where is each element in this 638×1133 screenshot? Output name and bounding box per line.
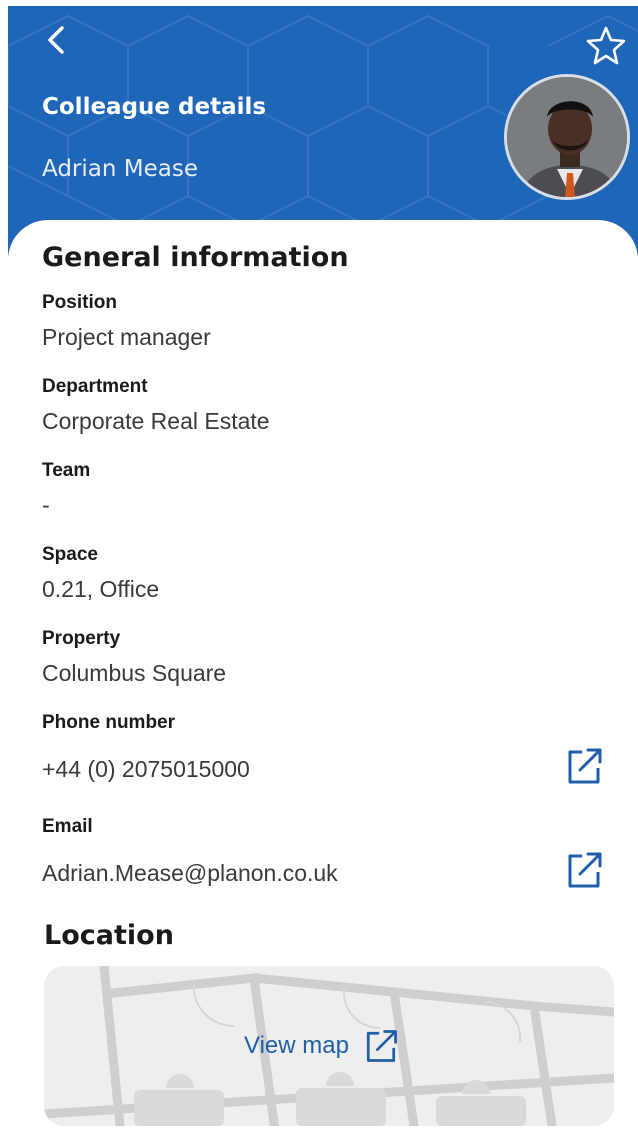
- property-label: Property: [42, 628, 121, 649]
- external-link-icon: [568, 852, 602, 888]
- position-value: Project manager: [42, 324, 211, 350]
- team-value: -: [42, 492, 50, 518]
- view-map-label: View map: [244, 1032, 349, 1059]
- department-value: Corporate Real Estate: [42, 408, 270, 434]
- space-value: 0.21, Office: [42, 576, 160, 602]
- property-value: Columbus Square: [42, 660, 227, 686]
- general-information-heading: General information: [42, 242, 349, 273]
- team-label: Team: [42, 460, 91, 481]
- phone-number-label: Phone number: [42, 712, 176, 733]
- external-link-icon: [568, 748, 602, 784]
- email-label: Email: [42, 816, 93, 837]
- star-outline-icon: [586, 26, 626, 65]
- avatar-portrait: [507, 77, 627, 197]
- details-card: General information Position Project man…: [8, 220, 638, 1133]
- email-open-button[interactable]: [562, 848, 606, 892]
- favorite-button[interactable]: [584, 24, 628, 68]
- view-map-link[interactable]: View map: [244, 1026, 401, 1066]
- location-heading: Location: [44, 920, 174, 951]
- back-button[interactable]: [42, 20, 78, 60]
- page-title: Colleague details: [42, 94, 267, 120]
- location-map[interactable]: View map: [44, 966, 614, 1126]
- position-label: Position: [42, 292, 117, 313]
- avatar: [504, 74, 630, 200]
- header: Colleague details Adrian Mease: [8, 6, 638, 256]
- external-link-icon: [366, 1030, 397, 1062]
- phone-open-button[interactable]: [562, 744, 606, 788]
- chevron-left-icon: [48, 26, 64, 54]
- email-value[interactable]: Adrian.Mease@planon.co.uk: [42, 860, 338, 887]
- phone-number-value[interactable]: +44 (0) 2075015000: [42, 756, 250, 783]
- department-label: Department: [42, 376, 148, 397]
- space-label: Space: [42, 544, 98, 565]
- colleague-name: Adrian Mease: [42, 156, 198, 182]
